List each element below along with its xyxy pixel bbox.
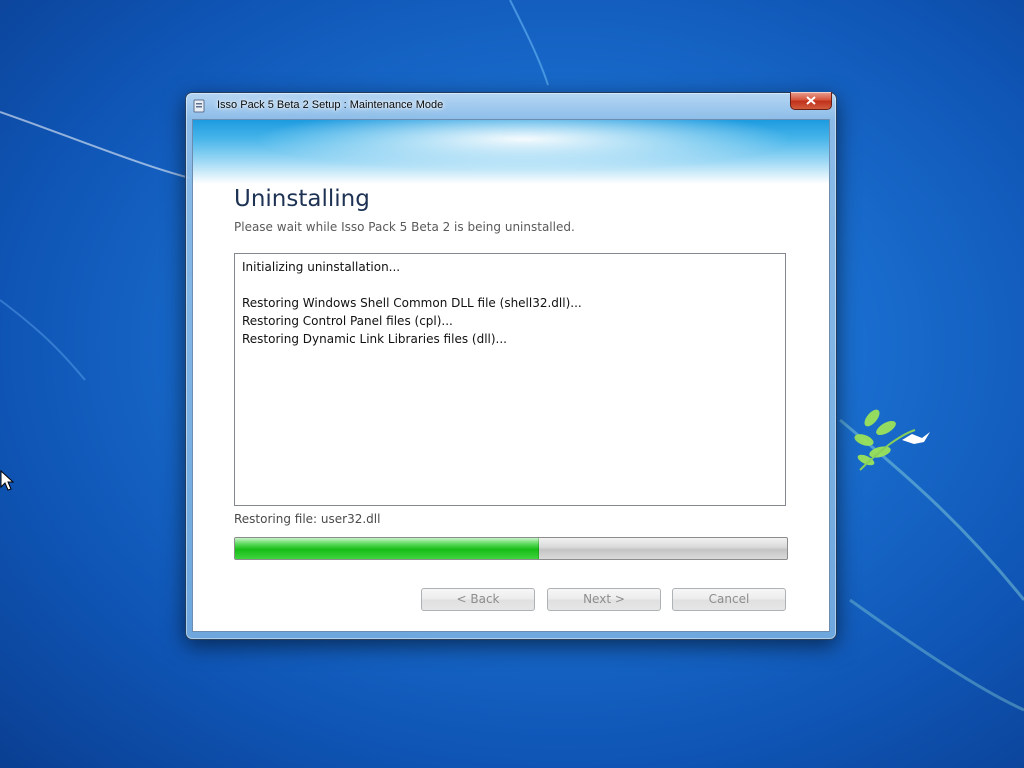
mouse-pointer-icon [0, 470, 14, 491]
status-text: Restoring file: user32.dll [234, 512, 381, 526]
back-button[interactable]: < Back [421, 588, 535, 611]
window-title: Isso Pack 5 Beta 2 Setup : Maintenance M… [217, 99, 444, 111]
title-bar[interactable]: Isso Pack 5 Beta 2 Setup : Maintenance M… [186, 92, 836, 119]
log-line: Restoring Control Panel files (cpl)... [242, 314, 453, 328]
page-subtitle: Please wait while Isso Pack 5 Beta 2 is … [234, 220, 575, 234]
next-button[interactable]: Next > [547, 588, 661, 611]
progress-fill [235, 538, 539, 559]
log-line: Initializing uninstallation... [242, 260, 401, 274]
log-line: Restoring Windows Shell Common DLL file … [242, 296, 582, 310]
close-button[interactable] [790, 92, 832, 110]
page-title: Uninstalling [234, 186, 370, 212]
desktop: Isso Pack 5 Beta 2 Setup : Maintenance M… [0, 0, 1024, 768]
uninstall-log[interactable]: Initializing uninstallation... Restoring… [234, 253, 786, 506]
header-banner [193, 120, 829, 184]
window-content: Uninstalling Please wait while Isso Pack… [192, 119, 830, 632]
log-line: Restoring Dynamic Link Libraries files (… [242, 332, 507, 346]
progress-bar [234, 537, 788, 560]
cancel-button[interactable]: Cancel [672, 588, 786, 611]
close-icon [806, 96, 816, 105]
setup-window: Isso Pack 5 Beta 2 Setup : Maintenance M… [185, 92, 837, 640]
setup-app-icon [193, 99, 205, 113]
